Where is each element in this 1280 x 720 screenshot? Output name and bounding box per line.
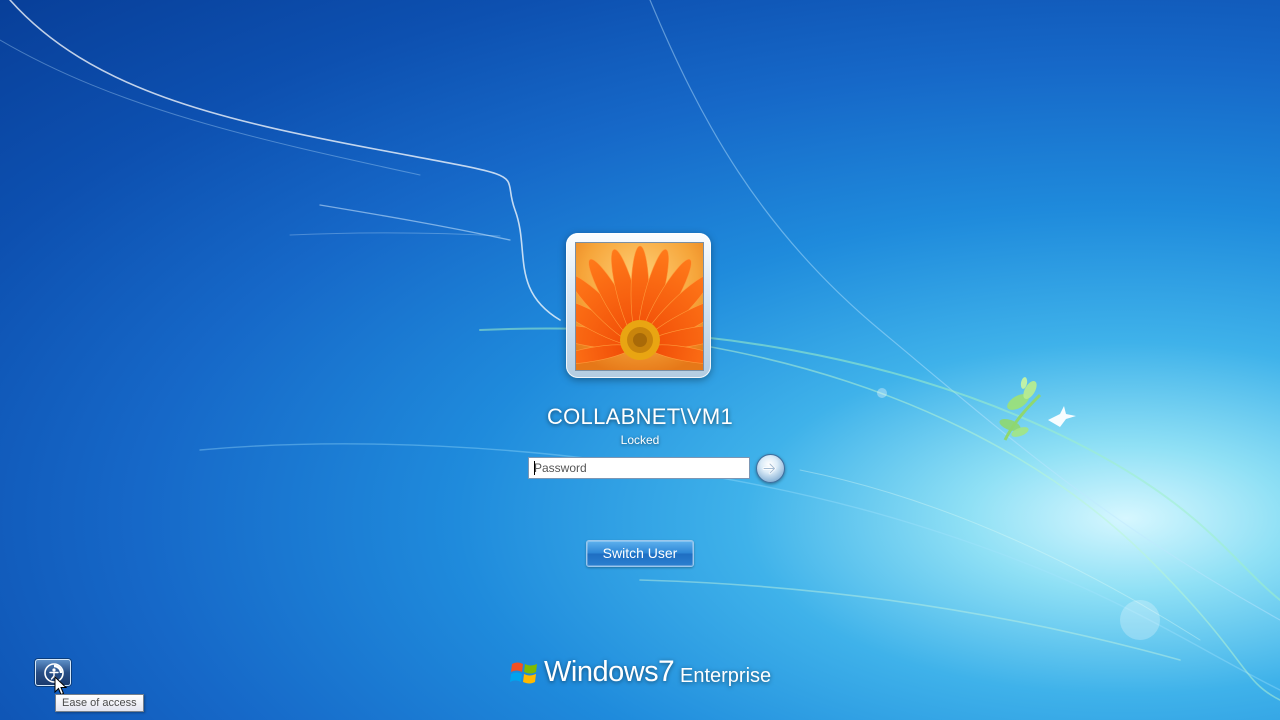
password-input[interactable] <box>528 457 750 479</box>
flower-image <box>576 243 703 370</box>
switch-user-button[interactable]: Switch User <box>586 540 694 567</box>
user-picture <box>575 242 704 371</box>
arrow-right-icon <box>762 462 776 475</box>
mouse-pointer-icon <box>54 676 68 696</box>
brand-edition: Enterprise <box>680 665 772 687</box>
brand-version: 7 <box>658 655 675 688</box>
account-status: Locked <box>620 433 660 447</box>
text-caret <box>534 461 535 475</box>
windows-logo-icon <box>510 662 537 684</box>
account-name: COLLABNET\VM1 <box>546 404 734 429</box>
brand-name: Windows <box>544 656 659 688</box>
windows-branding: Windows 7 Enterprise <box>510 655 780 695</box>
submit-arrow-button[interactable] <box>756 454 785 483</box>
user-tile <box>566 233 711 378</box>
ease-of-access-tooltip: Ease of access <box>55 694 144 712</box>
